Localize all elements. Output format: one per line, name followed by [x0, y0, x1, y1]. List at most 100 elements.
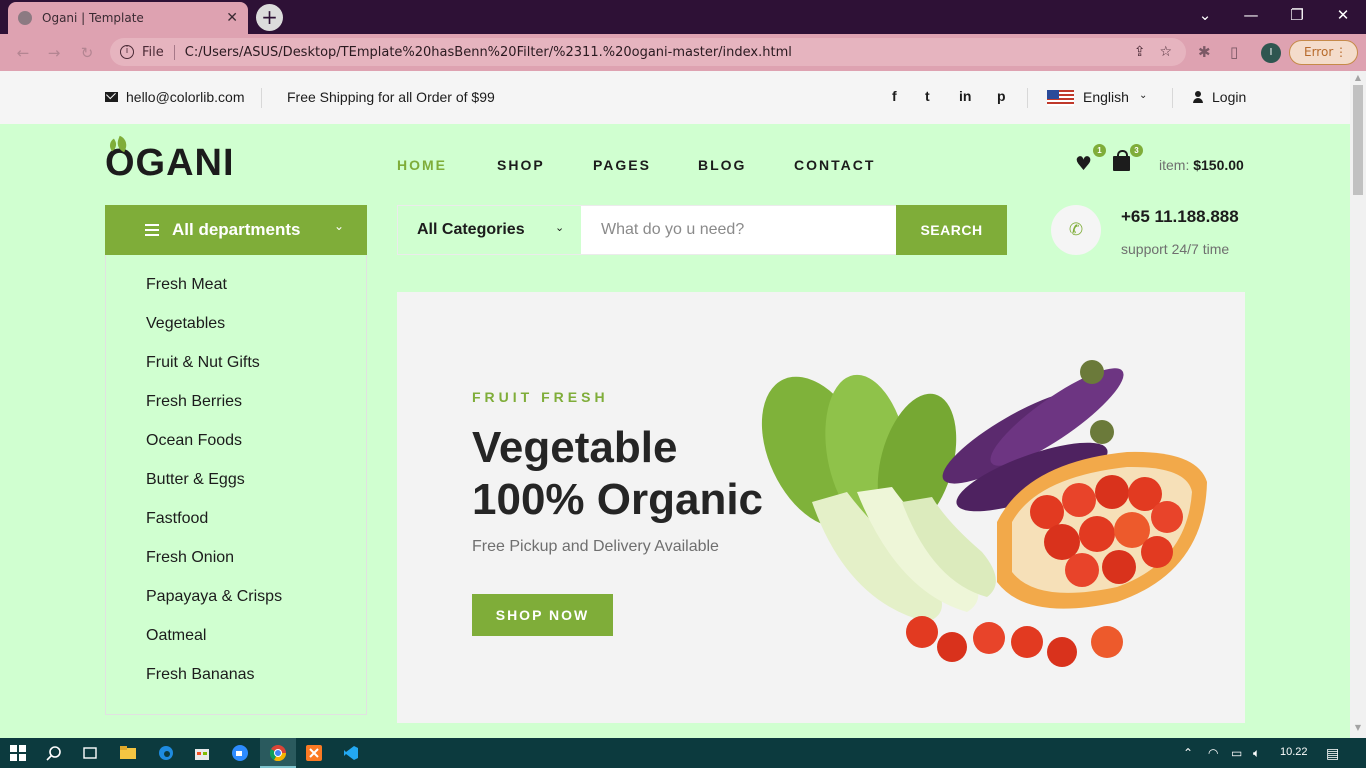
nav-home[interactable]: HOME	[397, 157, 447, 173]
nav-contact[interactable]: CONTACT	[794, 157, 875, 173]
department-item[interactable]: Ocean Foods	[146, 432, 242, 450]
browser-toolbar: ← → ↻ i File C:/Users/ASUS/Desktop/TEmpl…	[0, 34, 1366, 71]
new-tab-button[interactable]: +	[256, 4, 283, 31]
cart-label: item:	[1159, 157, 1190, 173]
error-button[interactable]: Error ⋮	[1289, 40, 1358, 65]
back-arrow-icon[interactable]: ←	[12, 42, 34, 64]
file-explorer-icon[interactable]	[120, 745, 136, 761]
pinterest-icon[interactable]: p	[997, 88, 1006, 104]
task-view-icon[interactable]	[82, 745, 98, 761]
wifi-icon[interactable]: ◠	[1208, 746, 1218, 760]
phone-icon: ✆	[1051, 205, 1101, 255]
edge-icon[interactable]	[158, 745, 174, 761]
chevron-down-icon: ⌄	[334, 219, 345, 233]
language-selector[interactable]: English	[1083, 89, 1129, 105]
department-item[interactable]: Butter & Eggs	[146, 471, 245, 489]
share-icon[interactable]: ⇪	[1134, 44, 1146, 60]
vscode-icon[interactable]	[343, 745, 359, 761]
cart-count-badge: 3	[1130, 144, 1143, 157]
facebook-icon[interactable]: f	[892, 88, 897, 104]
side-panel-icon[interactable]: ▯	[1230, 43, 1238, 61]
tray-chevron-icon[interactable]: ⌃	[1183, 746, 1193, 760]
cart-amount: $150.00	[1193, 157, 1244, 173]
extensions-icon[interactable]: ✱	[1198, 43, 1211, 61]
restore-button[interactable]: ❐	[1274, 0, 1320, 30]
shop-now-button[interactable]: SHOP NOW	[472, 594, 613, 636]
site-logo[interactable]: OGANI	[105, 135, 235, 186]
address-bar[interactable]: i File C:/Users/ASUS/Desktop/TEmplate%20…	[110, 38, 1186, 66]
hero-eyebrow: FRUIT FRESH	[472, 389, 609, 405]
page-viewport: hello@colorlib.com Free Shipping for all…	[0, 71, 1350, 738]
tab-search-icon[interactable]: ⌄	[1182, 0, 1228, 30]
windows-start-icon[interactable]	[10, 745, 26, 761]
department-item[interactable]: Vegetables	[146, 315, 225, 333]
shopping-bag-icon[interactable]	[1113, 150, 1130, 171]
us-flag-icon	[1047, 90, 1074, 106]
scrollbar-thumb[interactable]	[1353, 85, 1363, 195]
department-item[interactable]: Fresh Meat	[146, 276, 227, 294]
bookmark-star-icon[interactable]: ☆	[1159, 44, 1172, 60]
xampp-icon[interactable]	[306, 745, 322, 761]
vegetables-image	[761, 360, 1207, 667]
department-item[interactable]: Fresh Berries	[146, 393, 242, 411]
battery-icon[interactable]: ▭	[1231, 746, 1242, 760]
reload-icon[interactable]: ↻	[76, 42, 98, 64]
search-icon[interactable]	[46, 745, 62, 761]
hero-banner: FRUIT FRESH Vegetable 100% Organic Free …	[397, 292, 1245, 723]
divider	[1027, 88, 1028, 108]
hero-headline-line: 100% Organic	[472, 475, 764, 524]
scroll-down-icon[interactable]: ▼	[1350, 723, 1366, 732]
page-scrollbar[interactable]: ▲ ▼	[1350, 71, 1366, 738]
bok-choy-image	[761, 374, 996, 622]
more-menu-icon[interactable]: ⋮	[1335, 41, 1347, 63]
phone-number: +65 11.188.888	[1121, 207, 1239, 226]
taskbar-clock[interactable]: 10.22	[1280, 746, 1308, 758]
department-item[interactable]: Papayaya & Crisps	[146, 588, 282, 606]
chrome-icon[interactable]	[270, 745, 286, 761]
tab-title: Ogani | Template	[42, 11, 144, 25]
hero-headline-line: Vegetable	[472, 423, 678, 472]
linkedin-icon[interactable]: in	[959, 88, 971, 104]
browser-tab-strip: Ogani | Template ✕ + ⌄ — ❐ ✕	[0, 0, 1366, 34]
chevron-down-icon[interactable]: ⌄	[555, 221, 564, 234]
info-icon[interactable]: i	[120, 45, 134, 59]
heart-icon[interactable]: ♥	[1075, 155, 1092, 174]
chevron-down-icon[interactable]: ⌄	[1139, 90, 1147, 101]
contact-email: hello@colorlib.com	[105, 89, 244, 105]
zoom-icon[interactable]	[232, 745, 248, 761]
mail-icon	[105, 92, 118, 102]
category-select[interactable]: All Categories	[417, 221, 525, 239]
wishlist-count-badge: 1	[1093, 144, 1106, 157]
url-text[interactable]: C:/Users/ASUS/Desktop/TEmplate%20hasBenn…	[185, 45, 1134, 60]
department-item[interactable]: Fresh Onion	[146, 549, 234, 567]
nav-pages[interactable]: PAGES	[593, 157, 651, 173]
tab-close-icon[interactable]: ✕	[226, 10, 238, 26]
minimize-button[interactable]: —	[1228, 0, 1274, 30]
scroll-up-icon[interactable]: ▲	[1350, 73, 1366, 82]
department-item[interactable]: Fresh Bananas	[146, 666, 255, 684]
nav-blog[interactable]: BLOG	[698, 157, 746, 173]
browser-tab[interactable]: Ogani | Template ✕	[8, 2, 248, 34]
volume-icon[interactable]: 🔈︎	[1253, 746, 1260, 761]
department-item[interactable]: Fruit & Nut Gifts	[146, 354, 260, 372]
divider	[261, 88, 262, 108]
departments-toggle[interactable]: All departments ⌄	[105, 205, 367, 255]
nav-shop[interactable]: SHOP	[497, 157, 545, 173]
header-top-bar: hello@colorlib.com Free Shipping for all…	[0, 71, 1350, 124]
cart-total: item: $150.00	[1159, 157, 1244, 173]
search-input[interactable]	[581, 206, 896, 254]
hero-headline: Vegetable 100% Organic	[472, 422, 763, 526]
support-text: support 24/7 time	[1121, 241, 1230, 257]
forward-arrow-icon[interactable]: →	[43, 42, 65, 64]
notifications-icon[interactable]: ▤	[1326, 746, 1339, 762]
store-icon[interactable]	[194, 745, 210, 761]
department-item[interactable]: Fastfood	[146, 510, 208, 528]
department-item[interactable]: Oatmeal	[146, 627, 206, 645]
search-button[interactable]: SEARCH	[896, 205, 1007, 255]
login-link[interactable]: Login	[1212, 89, 1246, 105]
close-window-button[interactable]: ✕	[1320, 0, 1366, 30]
globe-icon	[18, 11, 32, 25]
profile-avatar[interactable]: I	[1261, 43, 1281, 63]
user-icon	[1193, 91, 1203, 103]
twitter-icon[interactable]: t	[925, 88, 930, 104]
